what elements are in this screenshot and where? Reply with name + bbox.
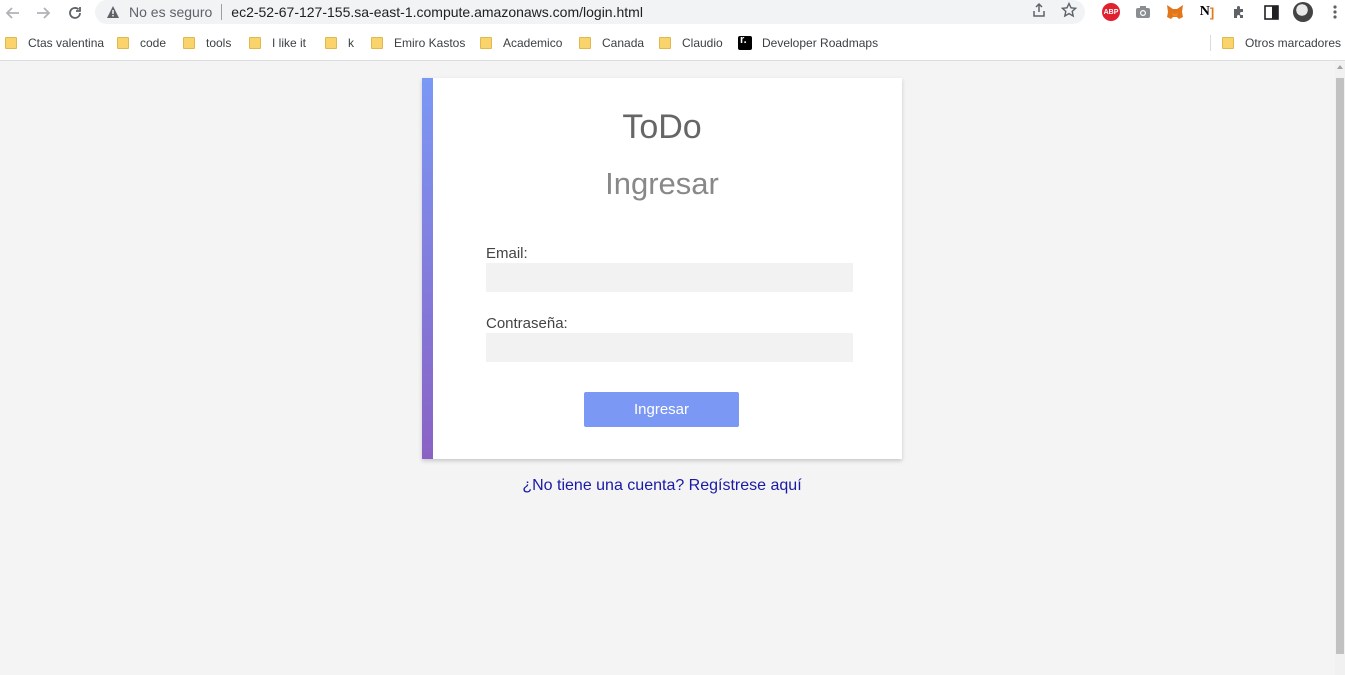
abp-icon[interactable]: ABP: [1095, 0, 1127, 24]
folder-icon: [117, 37, 129, 49]
form-title: Ingresar: [605, 166, 719, 201]
login-card: ToDo Ingresar Email: Contraseña: Ingresa…: [422, 78, 902, 459]
register-link[interactable]: ¿No tiene una cuenta? Regístrese aquí: [422, 477, 902, 495]
url-text[interactable]: ec2-52-67-127-155.sa-east-1.compute.amaz…: [231, 4, 643, 20]
bookmark-label: Emiro Kastos: [394, 36, 466, 50]
folder-icon: [480, 37, 492, 49]
forward-arrow-icon[interactable]: [30, 2, 56, 24]
password-field[interactable]: [486, 333, 853, 362]
extensions-area: ABP N]: [1095, 0, 1345, 24]
omnibox-actions: [1031, 0, 1078, 24]
bookmark-claudio[interactable]: Claudio: [659, 34, 723, 52]
bookmark-label: I like it: [272, 36, 307, 50]
bookmark-otros-marcadores[interactable]: Otros marcadores: [1222, 34, 1341, 52]
omnibox-divider: [221, 4, 223, 20]
email-field[interactable]: [486, 263, 853, 292]
puzzle-icon[interactable]: [1223, 0, 1255, 24]
bookmark-label: Canada: [602, 36, 645, 50]
scroll-thumb[interactable]: [1336, 78, 1344, 654]
warning-icon[interactable]: [105, 4, 121, 20]
bookmark-ctas-valentina[interactable]: Ctas valentina: [5, 34, 104, 52]
folder-icon: [183, 37, 195, 49]
bookmark-label: Academico: [503, 36, 563, 50]
folder-icon: [325, 37, 337, 49]
bookmarks-divider: [1210, 35, 1211, 51]
security-label[interactable]: No es seguro: [129, 4, 212, 20]
sidepanel-icon[interactable]: [1255, 0, 1287, 24]
bookmark-tools[interactable]: tools: [183, 34, 231, 52]
bookmark-emiro-kastos[interactable]: Emiro Kastos: [371, 34, 465, 52]
bookmark-developer-roadmaps[interactable]: Developer Roadmaps: [738, 34, 878, 52]
star-icon[interactable]: [1060, 1, 1078, 22]
bookmark-canada[interactable]: Canada: [579, 34, 644, 52]
card-accent-bar: [422, 78, 433, 459]
browser-toolbar: No es seguro ec2-52-67-127-155.sa-east-1…: [0, 0, 1345, 25]
bookmark-academico[interactable]: Academico: [480, 34, 562, 52]
back-arrow-icon[interactable]: [0, 2, 26, 24]
email-label: Email:: [486, 245, 528, 262]
profile-avatar[interactable]: [1287, 0, 1319, 24]
bookmark-label: tools: [206, 36, 232, 50]
bookmark-label: Otros marcadores: [1245, 36, 1342, 50]
bookmark-label: k: [348, 36, 354, 50]
app-title: ToDo: [622, 108, 702, 146]
roadmap-icon: [738, 34, 752, 50]
share-icon[interactable]: [1031, 2, 1047, 22]
folder-icon: [1222, 37, 1234, 49]
bookmark-code[interactable]: code: [117, 34, 166, 52]
folder-icon: [371, 37, 383, 49]
notion-letter: N: [1199, 4, 1210, 19]
bookmark-label: Ctas valentina: [28, 36, 105, 50]
page-scrollbar[interactable]: [1335, 62, 1345, 675]
bookmark-label: code: [140, 36, 167, 50]
bookmark-label: Claudio: [682, 36, 723, 50]
camera-icon[interactable]: [1127, 0, 1159, 24]
kebab-menu-icon[interactable]: [1319, 0, 1345, 24]
bookmark-label: Developer Roadmaps: [762, 36, 879, 50]
password-label: Contraseña:: [486, 315, 568, 332]
bookmarks-bar: Ctas valentina code tools I like it k Em…: [0, 25, 1345, 61]
scroll-up-arrow[interactable]: [1337, 65, 1343, 69]
folder-icon: [579, 37, 591, 49]
avatar-image: [1293, 2, 1313, 22]
bookmark-i-like-it[interactable]: I like it: [249, 34, 306, 52]
folder-icon: [249, 37, 261, 49]
notion-icon[interactable]: N]: [1191, 0, 1223, 24]
bookmark-k[interactable]: k: [325, 34, 354, 52]
folder-icon: [659, 37, 671, 49]
folder-icon: [5, 37, 17, 49]
address-bar[interactable]: No es seguro ec2-52-67-127-155.sa-east-1…: [95, 0, 1085, 24]
metamask-icon[interactable]: [1159, 0, 1191, 24]
abp-badge: ABP: [1102, 3, 1120, 21]
login-button[interactable]: Ingresar: [584, 392, 739, 427]
reload-icon[interactable]: [62, 2, 88, 24]
